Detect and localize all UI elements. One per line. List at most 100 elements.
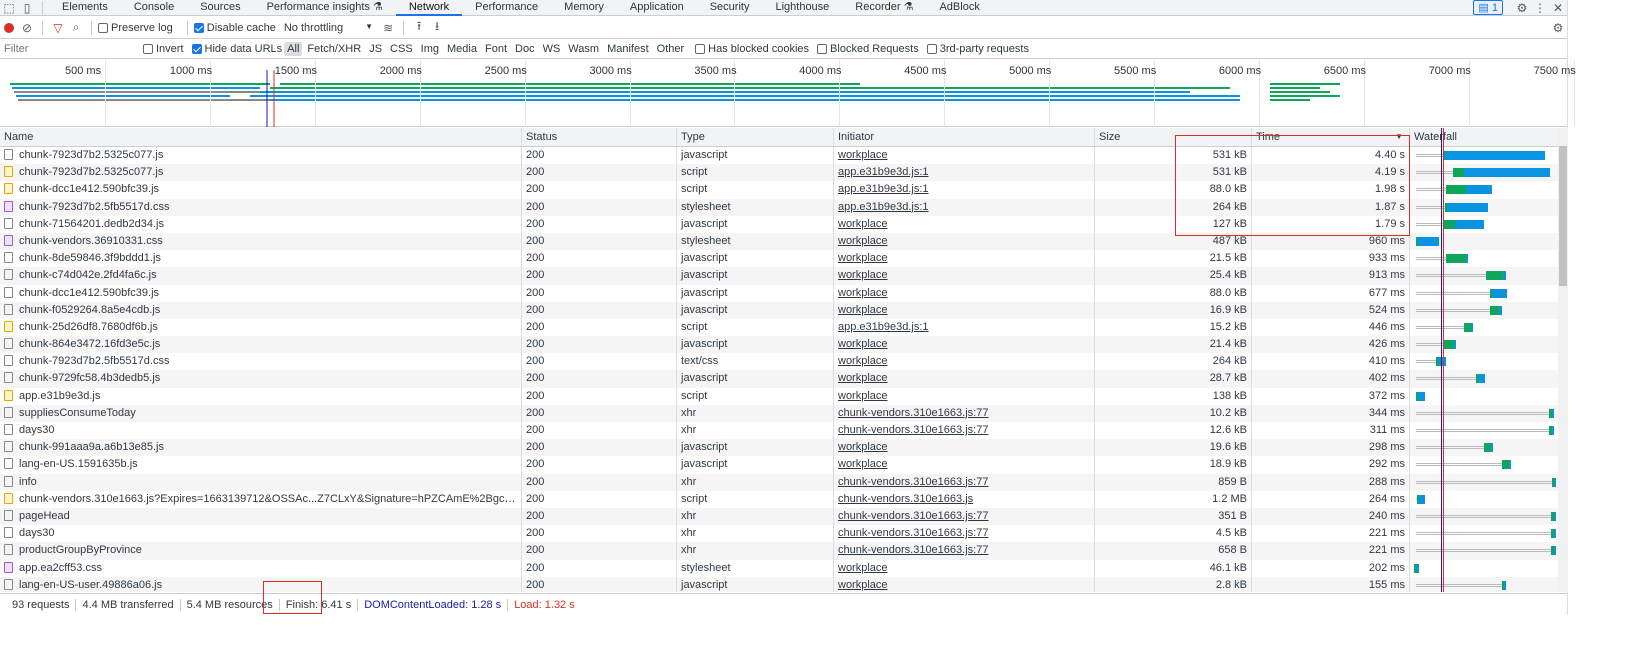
initiator-link[interactable]: workplace	[838, 458, 888, 470]
network-settings-gear-icon[interactable]: ⚙	[1549, 19, 1567, 37]
name-cell[interactable]: days30	[0, 422, 522, 440]
request-name[interactable]: chunk-71564201.dedb2d34.js	[19, 218, 164, 230]
waterfall-cell[interactable]	[1410, 474, 1558, 491]
gear-icon[interactable]: ⚙	[1513, 0, 1531, 17]
filter-input[interactable]	[0, 39, 135, 58]
type-filter-other[interactable]: Other	[654, 42, 688, 56]
throttling-select[interactable]: No throttling ▼	[284, 22, 373, 34]
table-row[interactable]: app.e31b9e3d.js 200 script workplace 138 kB 3…	[0, 387, 1558, 405]
name-cell[interactable]: productGroupByProvince	[0, 542, 522, 560]
waterfall-cell[interactable]	[1410, 525, 1558, 542]
name-cell[interactable]: lang-en-US.1591635b.js	[0, 456, 522, 474]
table-row[interactable]: info 200 xhr chunk-vendors.310e1663.js:77 85…	[0, 473, 1558, 491]
table-row[interactable]: chunk-9729fc58.4b3dedb5.js 200 javascript w…	[0, 370, 1558, 388]
third-party-checkbox[interactable]: 3rd-party requests	[926, 43, 1029, 55]
type-filter-media[interactable]: Media	[444, 42, 480, 56]
column-header-status[interactable]: Status	[522, 128, 677, 146]
initiator-link[interactable]: workplace	[838, 269, 888, 281]
name-cell[interactable]: chunk-8de59846.3f9bddd1.js	[0, 250, 522, 268]
waterfall-cell[interactable]	[1410, 405, 1558, 422]
table-row[interactable]: chunk-991aaa9a.a6b13e85.js 200 javascript w…	[0, 439, 1558, 457]
type-filter-manifest[interactable]: Manifest	[604, 42, 652, 56]
name-cell[interactable]: pageHead	[0, 507, 522, 526]
type-filter-css[interactable]: CSS	[387, 42, 416, 56]
tab-console[interactable]: Console	[121, 0, 187, 16]
tab-recorder[interactable]: Recorder ⚗	[842, 0, 926, 16]
type-filter-js[interactable]: JS	[366, 42, 385, 56]
table-row[interactable]: lang-en-US-user.49886a06.js 200 javascript…	[0, 576, 1558, 592]
table-row[interactable]: chunk-f0529264.8a5e4cdb.js 200 javascript w…	[0, 301, 1558, 319]
column-header-initiator[interactable]: Initiator	[834, 128, 1095, 146]
issues-badge[interactable]: ▤ 1	[1473, 0, 1503, 15]
request-name[interactable]: suppliesConsumeToday	[19, 407, 136, 419]
table-scrollbar[interactable]	[1558, 128, 1568, 592]
table-row[interactable]: pageHead 200 xhr chunk-vendors.310e1663.js:…	[0, 507, 1558, 526]
name-cell[interactable]: info	[0, 473, 522, 491]
type-filter-doc[interactable]: Doc	[512, 42, 538, 56]
name-cell[interactable]: chunk-991aaa9a.a6b13e85.js	[0, 439, 522, 457]
name-cell[interactable]: chunk-25d26df8.7680df6b.js	[0, 318, 522, 337]
name-cell[interactable]: chunk-dcc1e412.590bfc39.js	[0, 181, 522, 199]
name-cell[interactable]: chunk-864e3472.16fd3e5c.js	[0, 336, 522, 354]
initiator-link[interactable]: app.e31b9e3d.js:1	[838, 321, 929, 333]
waterfall-cell[interactable]	[1410, 370, 1558, 387]
tab-network[interactable]: Network	[395, 0, 463, 16]
checkbox-box[interactable]	[193, 22, 204, 33]
filter-icon[interactable]: ▽	[49, 19, 67, 37]
type-filter-wasm[interactable]: Wasm	[565, 42, 602, 56]
request-name[interactable]: chunk-vendors.310e1663.js?Expires=166313…	[19, 493, 521, 505]
checkbox-box[interactable]	[817, 43, 828, 54]
table-row[interactable]: chunk-7923d7b2.5fb5517d.css 200 text/css wo…	[0, 353, 1558, 371]
request-name[interactable]: chunk-991aaa9a.a6b13e85.js	[19, 441, 164, 453]
request-name[interactable]: lang-en-US.1591635b.js	[19, 458, 138, 470]
search-icon[interactable]: ⌕	[67, 19, 85, 37]
initiator-link[interactable]: workplace	[838, 252, 888, 264]
request-name[interactable]: chunk-9729fc58.4b3dedb5.js	[19, 372, 160, 384]
name-cell[interactable]: chunk-7923d7b2.5325c077.js	[0, 164, 522, 182]
initiator-link[interactable]: app.e31b9e3d.js:1	[838, 166, 929, 178]
tab-lighthouse[interactable]: Lighthouse	[762, 0, 842, 16]
blocked-cookies-checkbox[interactable]: Has blocked cookies	[695, 43, 809, 55]
column-header-type[interactable]: Type	[677, 128, 834, 146]
table-row[interactable]: chunk-25d26df8.7680df6b.js 200 script app.e…	[0, 318, 1558, 337]
waterfall-cell[interactable]	[1410, 181, 1558, 198]
initiator-link[interactable]: workplace	[838, 218, 888, 230]
request-name[interactable]: chunk-8de59846.3f9bddd1.js	[19, 252, 161, 264]
name-cell[interactable]: suppliesConsumeToday	[0, 404, 522, 422]
initiator-link[interactable]: chunk-vendors.310e1663.js:77	[838, 544, 988, 556]
name-cell[interactable]: chunk-c74d042e.2fd4fa6c.js	[0, 267, 522, 285]
initiator-link[interactable]: workplace	[838, 579, 888, 591]
name-cell[interactable]: chunk-7923d7b2.5325c077.js	[0, 147, 522, 165]
request-name[interactable]: chunk-7923d7b2.5fb5517d.css	[19, 355, 169, 367]
more-options-icon[interactable]: ⋮	[1531, 0, 1549, 17]
name-cell[interactable]: chunk-71564201.dedb2d34.js	[0, 215, 522, 233]
tab-elements[interactable]: Elements	[49, 0, 121, 16]
table-row[interactable]: days30 200 xhr chunk-vendors.310e1663.js:77…	[0, 422, 1558, 440]
name-cell[interactable]: app.ea2cff53.css	[0, 559, 522, 577]
request-name[interactable]: app.e31b9e3d.js	[19, 390, 100, 402]
table-row[interactable]: productGroupByProvince 200 xhr chunk-vendor…	[0, 542, 1558, 560]
clear-icon[interactable]: ⊘	[18, 19, 36, 37]
name-cell[interactable]: chunk-9729fc58.4b3dedb5.js	[0, 370, 522, 388]
waterfall-cell[interactable]	[1410, 164, 1558, 181]
name-cell[interactable]: chunk-dcc1e412.590bfc39.js	[0, 284, 522, 302]
waterfall-cell[interactable]	[1410, 233, 1558, 250]
initiator-link[interactable]: chunk-vendors.310e1663.js	[838, 493, 973, 505]
table-row[interactable]: chunk-vendors.310e1663.js?Expires=166313…	[0, 490, 1558, 508]
request-name[interactable]: chunk-c74d042e.2fd4fa6c.js	[19, 269, 157, 281]
tab-sources[interactable]: Sources	[187, 0, 253, 16]
export-har-icon[interactable]: ⭳	[428, 19, 446, 37]
request-name[interactable]: days30	[19, 527, 54, 539]
initiator-link[interactable]: chunk-vendors.310e1663.js:77	[838, 424, 988, 436]
initiator-link[interactable]: workplace	[838, 390, 888, 402]
tab-security[interactable]: Security	[697, 0, 763, 16]
initiator-link[interactable]: workplace	[838, 287, 888, 299]
waterfall-cell[interactable]	[1410, 491, 1558, 508]
network-overview-timeline[interactable]: 500 ms 1000 ms 1500 ms 2000 ms 2500 ms 3000 m…	[0, 60, 1576, 127]
waterfall-cell[interactable]	[1410, 199, 1558, 216]
name-cell[interactable]: chunk-7923d7b2.5fb5517d.css	[0, 353, 522, 371]
network-conditions-icon[interactable]: ≋	[379, 19, 397, 37]
tab-performance[interactable]: Performance	[462, 0, 551, 16]
blocked-requests-checkbox[interactable]: Blocked Requests	[817, 43, 919, 55]
initiator-link[interactable]: workplace	[838, 562, 888, 574]
